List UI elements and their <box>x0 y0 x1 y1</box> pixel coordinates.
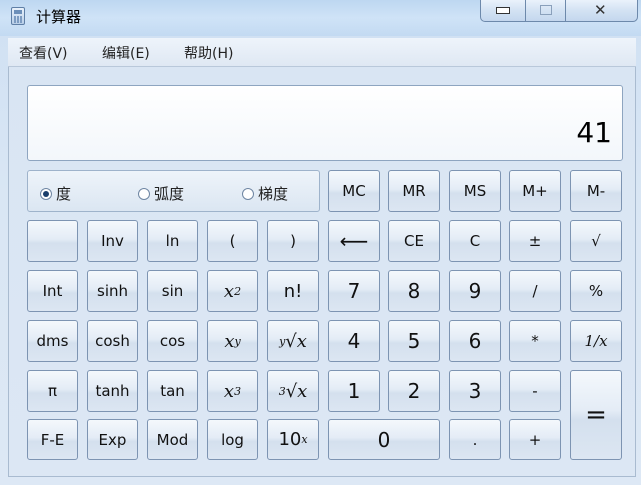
tanh-button[interactable]: tanh <box>87 370 138 412</box>
ten-power-exponent: x <box>301 433 308 446</box>
backspace-arrow-icon: ⟵ <box>339 229 369 253</box>
sin-button[interactable]: sin <box>147 270 198 312</box>
equals-button[interactable]: = <box>570 370 622 460</box>
int-button[interactable]: Int <box>27 270 78 312</box>
ms-button[interactable]: MS <box>449 170 501 212</box>
x-squared-button[interactable]: x2 <box>207 270 258 312</box>
sqrt-button[interactable]: √ <box>570 220 622 262</box>
display-value: 41 <box>576 116 612 149</box>
digit-6-button[interactable]: 6 <box>449 320 501 362</box>
digit-7-button[interactable]: 7 <box>328 270 380 312</box>
digit-4-button[interactable]: 4 <box>328 320 380 362</box>
radio-gradians[interactable]: 梯度 <box>242 183 288 204</box>
y-root-body: √x <box>285 330 307 352</box>
m-plus-button[interactable]: M+ <box>509 170 561 212</box>
m-minus-button[interactable]: M- <box>570 170 622 212</box>
ce-button[interactable]: CE <box>388 220 440 262</box>
radio-radians-label: 弧度 <box>154 185 185 203</box>
menu-bar: 查看(V) 编辑(E) 帮助(H) <box>8 38 636 67</box>
radio-unselected-icon <box>138 188 150 200</box>
digit-2-button[interactable]: 2 <box>388 370 440 412</box>
title-bar: 计算器 ✕ <box>0 0 641 36</box>
calculator-window: 计算器 ✕ 查看(V) 编辑(E) 帮助(H) 41 度 弧度 梯度 MC MR… <box>0 0 641 485</box>
digit-3-button[interactable]: 3 <box>449 370 501 412</box>
display-screen: 41 <box>27 85 623 161</box>
log-button[interactable]: log <box>207 419 258 460</box>
factorial-button[interactable]: n! <box>267 270 319 312</box>
cos-button[interactable]: cos <box>147 320 198 362</box>
cube-root-body: √x <box>285 380 308 402</box>
menu-edit[interactable]: 编辑(E) <box>102 43 150 63</box>
pi-button[interactable]: π <box>27 370 78 412</box>
digit-8-button[interactable]: 8 <box>388 270 440 312</box>
minimize-icon <box>496 7 510 14</box>
close-button[interactable]: ✕ <box>565 0 638 22</box>
radio-unselected-icon <box>242 188 254 200</box>
mc-button[interactable]: MC <box>328 170 380 212</box>
radio-gradians-label: 梯度 <box>258 185 289 203</box>
percent-button[interactable]: % <box>570 270 622 312</box>
mod-button[interactable]: Mod <box>147 419 198 460</box>
digit-9-button[interactable]: 9 <box>449 270 501 312</box>
window-title: 计算器 <box>36 8 82 26</box>
tan-button[interactable]: tan <box>147 370 198 412</box>
ten-power-base: 10 <box>278 429 302 450</box>
ten-power-x-button[interactable]: 10 x <box>267 419 319 460</box>
minimize-button[interactable] <box>480 0 526 22</box>
subtract-button[interactable]: - <box>509 370 561 412</box>
maximize-icon <box>540 5 552 15</box>
divide-button[interactable]: / <box>509 270 561 312</box>
blank-button[interactable] <box>27 220 78 262</box>
menu-view[interactable]: 查看(V) <box>19 43 68 63</box>
digit-5-button[interactable]: 5 <box>388 320 440 362</box>
radio-degrees[interactable]: 度 <box>40 183 71 204</box>
decimal-button[interactable]: . <box>449 419 501 460</box>
digit-0-button[interactable]: 0 <box>328 419 440 460</box>
radio-selected-icon <box>40 188 52 200</box>
reciprocal-button[interactable]: 1/x <box>570 320 622 362</box>
radio-degrees-label: 度 <box>56 185 72 203</box>
x-cubed-button[interactable]: x3 <box>207 370 258 412</box>
calculator-body: 41 度 弧度 梯度 MC MR MS M+ M- Inv ln ( ) ⟵ C… <box>8 67 636 477</box>
digit-1-button[interactable]: 1 <box>328 370 380 412</box>
menu-help[interactable]: 帮助(H) <box>184 43 233 63</box>
x-power-y-base: x <box>224 330 235 352</box>
dms-button[interactable]: dms <box>27 320 78 362</box>
sinh-button[interactable]: sinh <box>87 270 138 312</box>
fe-button[interactable]: F-E <box>27 419 78 460</box>
left-paren-button[interactable]: ( <box>207 220 258 262</box>
x-squared-base: x <box>223 280 235 302</box>
x-cubed-base: x <box>223 380 235 402</box>
plus-minus-button[interactable]: ± <box>509 220 561 262</box>
x-squared-exponent: 2 <box>234 284 242 298</box>
cosh-button[interactable]: cosh <box>87 320 138 362</box>
x-power-y-button[interactable]: xy <box>207 320 258 362</box>
radio-radians[interactable]: 弧度 <box>138 183 184 204</box>
exp-button[interactable]: Exp <box>87 419 138 460</box>
y-root-x-button[interactable]: y √x <box>267 320 319 362</box>
cube-root-button[interactable]: 3 √x <box>267 370 319 412</box>
x-cubed-exponent: 3 <box>234 384 242 398</box>
x-power-y-exponent: y <box>234 334 241 348</box>
multiply-button[interactable]: * <box>509 320 561 362</box>
mr-button[interactable]: MR <box>388 170 440 212</box>
backspace-button[interactable]: ⟵ <box>328 220 380 262</box>
add-button[interactable]: + <box>509 419 561 460</box>
calculator-app-icon <box>11 7 25 25</box>
clear-button[interactable]: C <box>449 220 501 262</box>
right-paren-button[interactable]: ) <box>267 220 319 262</box>
maximize-button[interactable] <box>525 0 566 22</box>
close-icon: ✕ <box>594 1 607 19</box>
cube-root-index: 3 <box>278 384 286 398</box>
angle-mode-group: 度 弧度 梯度 <box>27 170 320 212</box>
inv-button[interactable]: Inv <box>87 220 138 262</box>
ln-button[interactable]: ln <box>147 220 198 262</box>
